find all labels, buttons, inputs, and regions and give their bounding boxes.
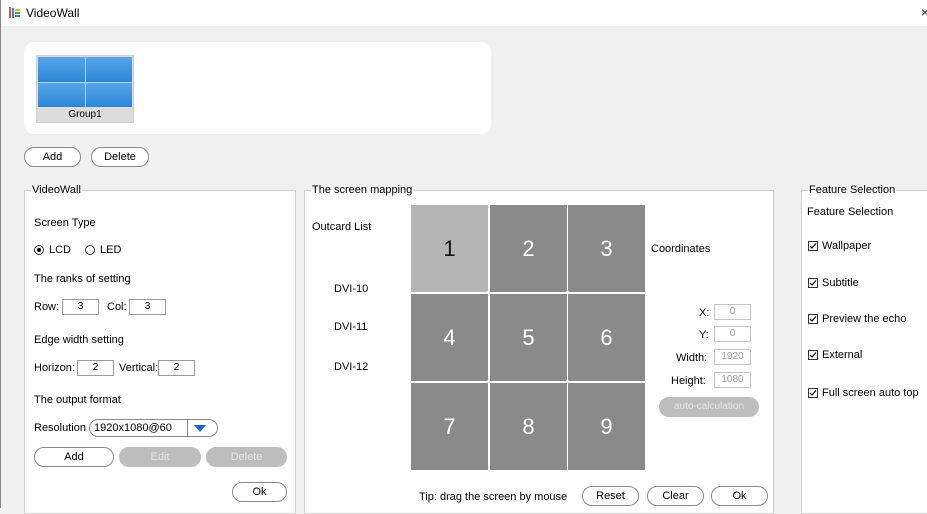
screen-cell[interactable]: 5 (490, 294, 567, 381)
vertical-label: Vertical: (119, 362, 159, 374)
y-coordinate-field[interactable]: 0 (714, 326, 751, 342)
height-field[interactable]: 1080 (714, 372, 751, 388)
subtitle-checkbox[interactable] (808, 278, 818, 288)
vertical-input[interactable]: 2 (158, 360, 195, 376)
x-coordinate-field[interactable]: 0 (714, 304, 751, 320)
x-label: X: (699, 307, 710, 319)
resolution-label: Resolution (34, 422, 86, 434)
screen-cell[interactable]: 6 (568, 294, 645, 381)
close-icon[interactable]: × (921, 4, 927, 20)
reset-button[interactable]: Reset (582, 486, 639, 506)
lcd-label: LCD (49, 244, 72, 256)
subtitle-label: Subtitle (822, 277, 859, 289)
clear-button[interactable]: Clear (647, 486, 704, 506)
col-input[interactable]: 3 (129, 299, 166, 315)
edit-output-button[interactable]: Edit (119, 447, 201, 467)
horizon-input[interactable]: 2 (77, 360, 114, 376)
row-input[interactable]: 3 (62, 299, 99, 315)
led-radio[interactable] (85, 245, 95, 255)
screen-cell[interactable]: 4 (411, 294, 488, 381)
videowall-legend: VideoWall (32, 184, 81, 196)
group-tile[interactable]: Group1 (36, 55, 134, 123)
group-name: Group1 (68, 109, 102, 120)
mapping-ok-button[interactable]: Ok (711, 486, 768, 506)
col-label: Col: (107, 301, 127, 313)
window-title: VideoWall (26, 6, 80, 20)
add-group-button[interactable]: Add (24, 147, 81, 167)
feature-selection-legend: Feature Selection (809, 184, 896, 196)
group-preview-icon (38, 57, 132, 107)
add-output-button[interactable]: Add (34, 447, 114, 467)
checkmark-icon (809, 243, 817, 249)
external-checkbox[interactable] (808, 350, 818, 360)
title-bar: VideoWall × (1, 0, 927, 26)
lcd-radio[interactable] (34, 245, 44, 255)
screen-type-label: Screen Type (34, 217, 96, 229)
row-label: Row: (34, 301, 60, 313)
edge-width-label: Edge width setting (34, 334, 124, 346)
external-label: External (822, 349, 863, 361)
auto-calculation-button[interactable]: auto-calculation (659, 397, 759, 417)
width-field[interactable]: 1920 (714, 349, 751, 365)
full-screen-auto-top-checkbox[interactable] (808, 388, 818, 398)
delete-group-button[interactable]: Delete (91, 147, 149, 167)
checkmark-icon (809, 280, 817, 286)
screen-cell[interactable]: 9 (568, 383, 645, 470)
horizon-label: Horizon: (34, 362, 75, 374)
feature-selection-panel: Feature Selection (801, 184, 927, 514)
triangle-down-icon[interactable] (194, 425, 206, 432)
screen-cell[interactable]: 7 (411, 383, 488, 470)
wallpaper-label: Wallpaper (822, 240, 872, 252)
drag-tip: Tip: drag the screen by mouse (419, 491, 568, 503)
resolution-value: 1920x1080@60 (94, 422, 172, 434)
led-label: LED (100, 244, 122, 256)
full-screen-auto-top-label: Full screen auto top (822, 387, 919, 399)
screen-cell[interactable]: 3 (568, 205, 645, 292)
resolution-select[interactable]: 1920x1080@60 (89, 419, 218, 437)
outcard-item[interactable]: DVI-12 (334, 361, 368, 373)
width-label: Width: (676, 352, 708, 364)
checkmark-icon (809, 316, 817, 322)
outcard-item[interactable]: DVI-11 (334, 321, 367, 333)
videowall-app-icon (9, 7, 20, 18)
outcard-list-label: Outcard List (312, 221, 372, 233)
delete-output-button[interactable]: Delete (206, 447, 287, 467)
preview-echo-checkbox[interactable] (808, 314, 818, 324)
ranks-label: The ranks of setting (34, 273, 131, 285)
checkmark-icon (809, 352, 817, 358)
screen-mapping-legend: The screen mapping (312, 184, 413, 196)
wallpaper-checkbox[interactable] (808, 241, 818, 251)
screen-cell[interactable]: 8 (490, 383, 567, 470)
outcard-item[interactable]: DVI-10 (334, 283, 368, 295)
coordinates-label: Coordinates (651, 243, 711, 255)
screen-cell[interactable]: 2 (490, 205, 567, 292)
group-list: Group1 (24, 42, 491, 134)
videowall-ok-button[interactable]: Ok (232, 482, 287, 502)
preview-echo-label: Preview the echo (822, 313, 907, 325)
height-label: Height: (671, 375, 706, 387)
y-label: Y: (699, 329, 709, 341)
checkmark-icon (809, 390, 817, 396)
output-format-label: The output format (34, 394, 121, 406)
screen-cell[interactable]: 1 (411, 205, 488, 292)
feature-selection-heading: Feature Selection (807, 206, 894, 218)
